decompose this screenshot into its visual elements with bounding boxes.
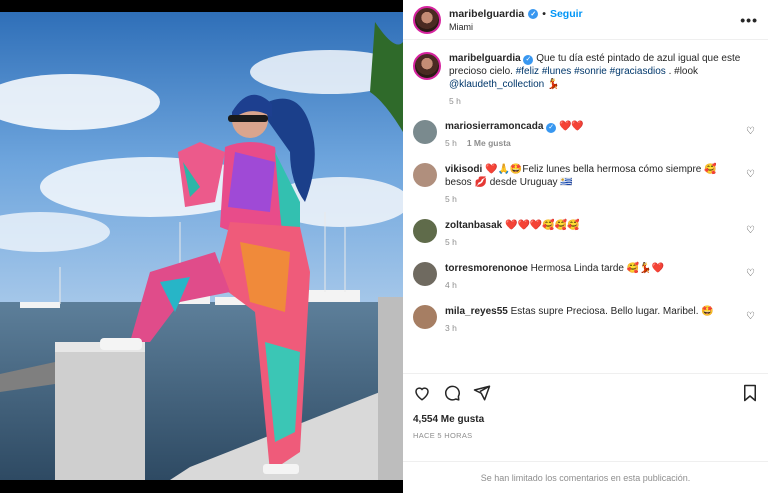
caption-mention[interactable]: @klaudeth_collection — [449, 79, 544, 90]
post-photo[interactable] — [0, 12, 403, 480]
author-avatar[interactable] — [413, 5, 441, 34]
comment-username[interactable]: mariosierramoncada — [445, 121, 543, 132]
like-comment-heart-icon[interactable]: ♡ — [746, 126, 756, 137]
post-actions: 4,554 Me gusta HACE 5 HORAS — [403, 373, 768, 440]
caption-emoji: 💃 — [547, 79, 560, 90]
comment-time[interactable]: 4 h — [445, 279, 740, 292]
verified-icon: ✓ — [546, 122, 557, 133]
comment-text: ❤️🙏🤩Feliz lunes bella hermosa cómo siemp… — [445, 164, 717, 188]
comments-limited-notice: Se han limitado los comentarios en esta … — [403, 461, 768, 493]
verified-icon: ✓ — [528, 8, 539, 19]
comment-time[interactable]: 3 h — [445, 322, 740, 335]
comment-username[interactable]: torresmorenonoe — [445, 263, 528, 274]
post-modal: maribelguardia ✓ • Seguir Miami ••• mari… — [0, 0, 768, 493]
caption-hashtags[interactable]: #feliz #lunes #sonrie #graciasdios — [516, 66, 666, 77]
comment-username[interactable]: mila_reyes55 — [445, 306, 508, 317]
comment: zoltanbasak ❤️❤️❤️🥰🥰🥰 5 h ♡ — [413, 219, 758, 249]
comment-text: Estas supre Preciosa. Bello lugar. Marib… — [510, 306, 714, 317]
commenter-avatar[interactable] — [413, 120, 437, 144]
comment: vikisodi ❤️🙏🤩Feliz lunes bella hermosa c… — [413, 163, 758, 206]
post-timestamp: HACE 5 HORAS — [413, 431, 473, 440]
more-options-icon[interactable]: ••• — [740, 12, 758, 28]
follow-button[interactable]: Seguir — [550, 8, 583, 20]
comment-time[interactable]: 5 h — [445, 193, 740, 206]
like-comment-heart-icon[interactable]: ♡ — [746, 169, 756, 180]
comment-username[interactable]: vikisodi — [445, 164, 482, 175]
separator-dot: • — [542, 7, 546, 20]
caption-avatar[interactable] — [413, 52, 441, 80]
likes-count[interactable]: 4,554 Me gusta — [413, 414, 758, 425]
post-location[interactable]: Miami — [449, 22, 740, 32]
post-header: maribelguardia ✓ • Seguir Miami ••• — [403, 0, 768, 40]
save-bookmark-icon[interactable] — [742, 384, 758, 402]
comment-text: ❤️❤️ — [558, 121, 584, 132]
comment-likes[interactable]: 1 Me gusta — [467, 138, 511, 148]
post-details-panel: maribelguardia ✓ • Seguir Miami ••• mari… — [403, 0, 768, 493]
photo-illustration — [0, 12, 403, 480]
commenter-avatar[interactable] — [413, 163, 437, 187]
comment: mariosierramoncada ✓ ❤️❤️ 5 h1 Me gusta … — [413, 120, 758, 150]
comment-text: Hermosa Linda tarde 🥰💃❤️ — [530, 263, 665, 274]
caption-time[interactable]: 5 h — [449, 95, 758, 108]
caption: maribelguardia ✓ Que tu día esté pintado… — [413, 52, 758, 108]
comment-username[interactable]: zoltanbasak — [445, 220, 502, 231]
caption-text-mid: . #look — [668, 66, 699, 77]
comment-text: ❤️❤️❤️🥰🥰🥰 — [505, 220, 580, 231]
like-heart-icon[interactable] — [413, 384, 431, 402]
verified-icon: ✓ — [523, 54, 534, 65]
commenter-avatar[interactable] — [413, 305, 437, 329]
comment-time[interactable]: 5 h — [445, 138, 457, 148]
share-send-icon[interactable] — [473, 384, 491, 402]
comments-list[interactable]: maribelguardia ✓ Que tu día esté pintado… — [403, 40, 768, 373]
author-username[interactable]: maribelguardia — [449, 8, 524, 20]
comment: mila_reyes55 Estas supre Preciosa. Bello… — [413, 305, 758, 335]
commenter-avatar[interactable] — [413, 262, 437, 286]
comment-bubble-icon[interactable] — [443, 384, 461, 402]
commenter-avatar[interactable] — [413, 219, 437, 243]
comment: torresmorenonoe Hermosa Linda tarde 🥰💃❤️… — [413, 262, 758, 292]
like-comment-heart-icon[interactable]: ♡ — [746, 311, 756, 322]
like-comment-heart-icon[interactable]: ♡ — [746, 268, 756, 279]
like-comment-heart-icon[interactable]: ♡ — [746, 225, 756, 236]
caption-username[interactable]: maribelguardia — [449, 53, 521, 64]
comment-time[interactable]: 5 h — [445, 236, 740, 249]
